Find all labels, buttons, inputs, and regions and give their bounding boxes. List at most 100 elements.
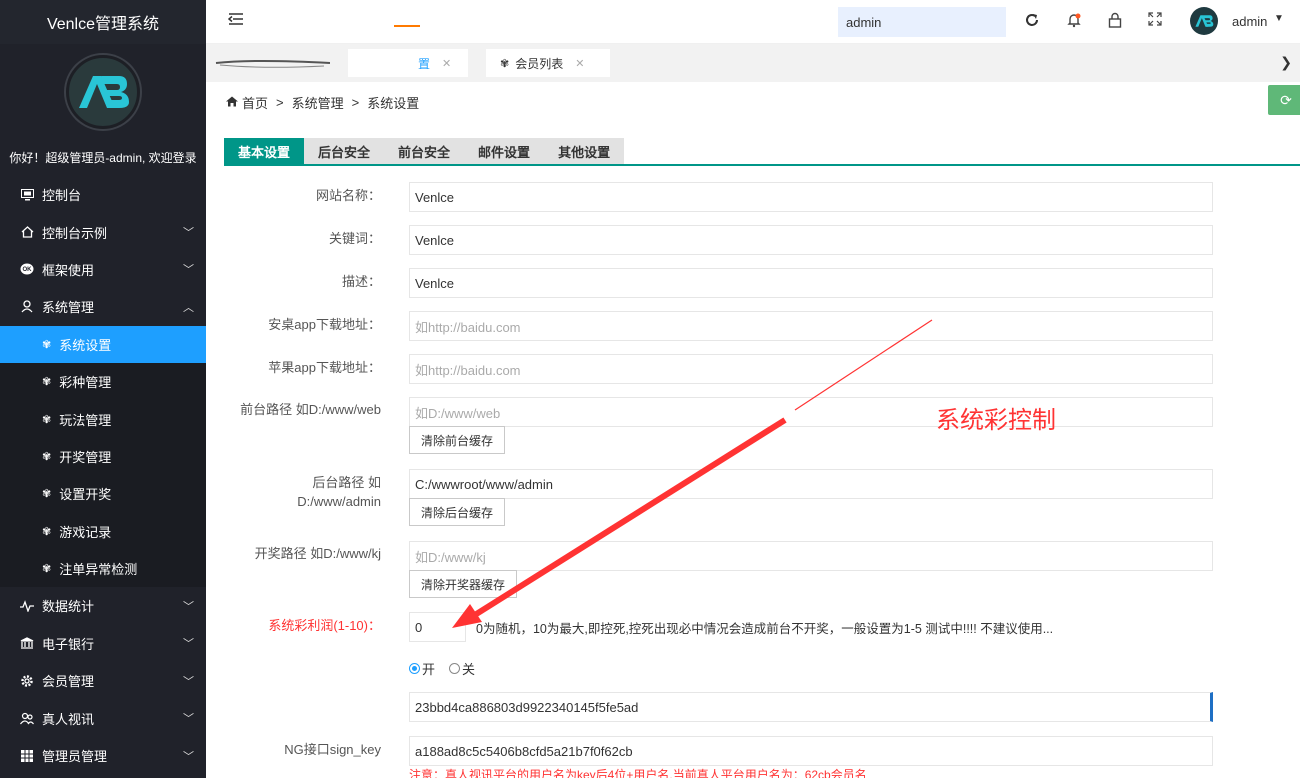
sidebar-item-ebank[interactable]: 电子银行 ﹀	[0, 625, 206, 662]
breadcrumb-level1[interactable]: 系统管理	[292, 93, 344, 112]
sidebar-subitem-system-settings[interactable]: ✾ 系统设置	[0, 325, 206, 363]
hash-field[interactable]: 23bbd4ca886803d9922340145f5fe5ad	[409, 692, 1213, 722]
refresh-icon[interactable]	[1024, 12, 1040, 32]
apple-url-label: 苹果app下载地址：	[268, 360, 381, 375]
clear-admin-cache-button[interactable]: 清除后台缓存	[409, 498, 506, 526]
chevron-down-icon: ﹀	[183, 638, 194, 651]
refresh-button[interactable]: ⟳	[1268, 85, 1300, 115]
welcome-text: 你好！超级管理员-admin, 欢迎登录	[9, 151, 197, 165]
sidebar-subitem-draws[interactable]: ✾ 开奖管理	[0, 437, 206, 476]
android-url-label: 安桌app下载地址：	[268, 317, 381, 332]
home-icon	[18, 226, 36, 238]
tab-settings[interactable]: 置 ✕	[348, 49, 468, 77]
clear-lottery-cache-button[interactable]: 清除开奖器缓存	[409, 570, 518, 598]
sidebar-item-members[interactable]: 会员管理 ﹀	[0, 662, 206, 699]
sidebar-subitem-label: 开奖管理	[59, 449, 112, 465]
bell-icon[interactable]	[1066, 12, 1082, 32]
close-icon[interactable]: ✕	[442, 57, 451, 70]
lock-icon[interactable]	[1108, 12, 1122, 32]
sidebar-subitem-play-modes[interactable]: ✾ 玩法管理	[0, 400, 206, 438]
sidebar-item-system[interactable]: 系统管理 ︿	[0, 288, 206, 325]
sidebar-item-dashboard[interactable]: 控制台	[0, 176, 206, 213]
profit-field[interactable]: 0	[409, 612, 466, 642]
fullscreen-icon[interactable]	[1148, 12, 1162, 30]
radio-unchecked-icon	[449, 663, 461, 674]
lottery-path-field[interactable]: 如D:/www/kj	[409, 541, 1213, 571]
grid-icon	[18, 749, 36, 762]
monitor-icon	[18, 188, 36, 201]
tab-member-list[interactable]: ✾ 会员列表 ✕	[486, 49, 610, 77]
sidebar-subitem-label: 玩法管理	[59, 412, 112, 428]
sidebar-subitem-set-draw[interactable]: ✾ 设置开奖	[0, 475, 206, 513]
tab-front-security[interactable]: 前台安全	[384, 138, 465, 164]
front-path-field[interactable]: 如D:/www/web	[409, 397, 1213, 427]
breadcrumb: 首页 > 系统管理 > 系统设置	[226, 93, 419, 112]
menu-toggle-icon[interactable]	[227, 12, 244, 31]
radio-off[interactable]: 关	[449, 659, 475, 678]
sidebar-item-framework[interactable]: OK 框架使用 ﹀	[0, 251, 206, 288]
tab-admin-security[interactable]: 后台安全	[304, 138, 385, 164]
settings-tabs: 基本设置 后台安全 前台安全 邮件设置 其他设置	[224, 138, 1300, 166]
radio-on-label: 开	[422, 662, 436, 677]
sidebar-subitem-game-records[interactable]: ✾ 游戏记录	[0, 512, 206, 550]
admin-path-label-line2: D:/www/admin	[297, 494, 381, 509]
caret-down-icon[interactable]: ▼	[1274, 13, 1284, 24]
radio-on[interactable]: 开	[409, 659, 435, 678]
palm-icon: ✾	[42, 525, 52, 538]
user-name[interactable]: admin	[1232, 14, 1267, 29]
sidebar-subitem-label: 注单异常检测	[59, 562, 138, 578]
breadcrumb-separator: >	[276, 95, 284, 110]
keywords-field[interactable]: Venlce	[409, 225, 1213, 255]
sidebar-item-live-video[interactable]: 真人视讯 ﹀	[0, 699, 206, 736]
clear-front-cache-button[interactable]: 清除前台缓存	[409, 426, 506, 454]
user-icon	[18, 300, 36, 313]
ng-key-field[interactable]: a188ad8c5c5406b8cfd5a21b7f0f62cb	[409, 736, 1213, 766]
palm-icon: ✾	[500, 57, 510, 70]
site-name-field[interactable]: Venlce	[409, 182, 1213, 212]
tab-mail-settings[interactable]: 邮件设置	[464, 138, 545, 164]
sidebar-item-dashboard-demo[interactable]: 控制台示例 ﹀	[0, 213, 206, 250]
close-icon[interactable]: ✕	[575, 57, 584, 70]
chevron-down-icon: ﹀	[183, 227, 194, 240]
site-name-label: 网站名称：	[315, 188, 381, 203]
gear-icon	[18, 674, 36, 688]
apple-url-field[interactable]: 如http://baidu.com	[409, 354, 1213, 384]
search-input[interactable]: admin	[838, 7, 1006, 37]
breadcrumb-level2: 系统设置	[367, 96, 420, 111]
android-url-field[interactable]: 如http://baidu.com	[409, 311, 1213, 341]
tab-blurred[interactable]	[214, 49, 330, 77]
sidebar-subitem-bet-anomaly[interactable]: ✾ 注单异常检测	[0, 549, 206, 588]
home-icon[interactable]	[226, 95, 238, 110]
palm-icon: ✾	[42, 450, 52, 463]
app-title: Venlce管理系统	[0, 0, 206, 44]
avatar[interactable]	[1190, 7, 1218, 35]
tab-basic-settings[interactable]: 基本设置	[224, 138, 305, 164]
tab-other-settings[interactable]: 其他设置	[544, 138, 625, 164]
sidebar-item-label: 框架使用	[42, 262, 95, 278]
description-label: 描述：	[341, 274, 381, 289]
radio-checked-icon	[409, 663, 420, 674]
description-field[interactable]: Venlce	[409, 268, 1213, 298]
chevron-right-icon[interactable]: ❯	[1280, 54, 1292, 71]
top-header: admin admin ▼	[206, 0, 1300, 44]
lottery-path-label: 开奖路径 如D:/www/kj	[254, 546, 381, 561]
sidebar-subitem-lottery-types[interactable]: ✾ 彩种管理	[0, 362, 206, 401]
sidebar-item-label: 控制台	[42, 188, 82, 204]
sidebar-item-label: 控制台示例	[42, 225, 108, 241]
sidebar-item-admins[interactable]: 管理员管理 ﹀	[0, 737, 206, 774]
annotation-label: 系统彩控制	[936, 407, 1056, 434]
breadcrumb-home[interactable]: 首页	[242, 93, 268, 112]
sidebar-item-statistics[interactable]: 数据统计 ﹀	[0, 587, 206, 624]
tab-label: 会员列表	[515, 56, 564, 71]
palm-icon: ✾	[42, 563, 52, 576]
bank-icon	[18, 637, 36, 650]
chevron-down-icon: ﹀	[183, 264, 194, 277]
sidebar-subitem-label: 游戏记录	[59, 524, 112, 540]
svg-text:OK: OK	[23, 268, 33, 274]
sidebar-subitem-label: 设置开奖	[59, 487, 112, 503]
ng-key-label: NG接口sign_key	[284, 742, 381, 757]
admin-path-field[interactable]: C:/wwwroot/www/admin	[409, 469, 1213, 499]
page-tabs-bar: 置 ✕ ✾ 会员列表 ✕ ❯	[206, 44, 1300, 82]
switch-radio-group: 开 关	[409, 659, 475, 678]
sidebar-item-label: 真人视讯	[42, 711, 95, 727]
